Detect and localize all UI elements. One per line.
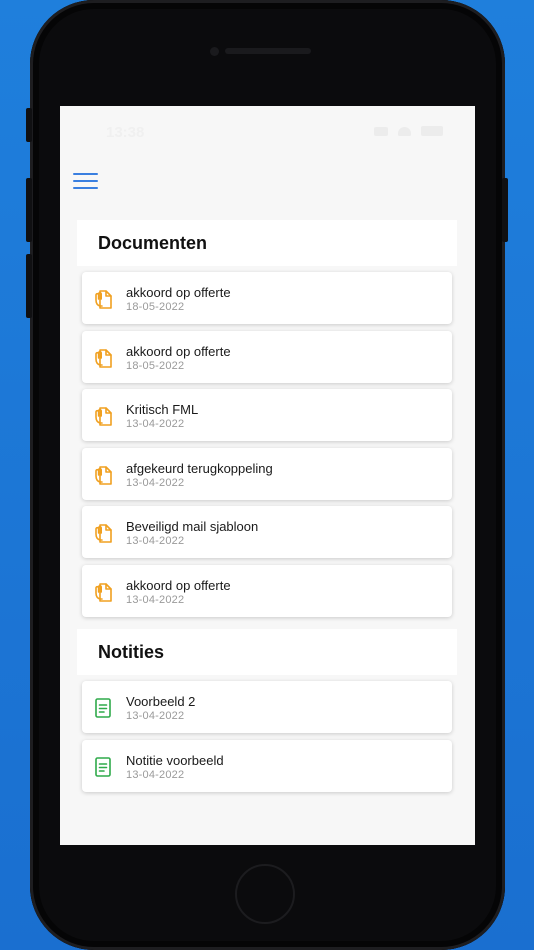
document-hand-icon <box>93 405 113 427</box>
notes-title: Notities <box>98 641 165 662</box>
documents-section-header: Documenten <box>77 220 457 266</box>
hamburger-menu-icon[interactable] <box>73 173 98 191</box>
volume-down-button <box>26 254 32 318</box>
document-item[interactable]: akkoord op offerte 13-04-2022 <box>82 565 452 617</box>
item-date: 13-04-2022 <box>126 418 185 431</box>
item-name: akkoord op offerte <box>126 578 231 593</box>
wifi-icon <box>398 126 411 136</box>
note-item[interactable]: Voorbeeld 2 13-04-2022 <box>82 681 452 733</box>
item-date: 13-04-2022 <box>126 594 185 606</box>
document-hand-icon <box>93 522 113 544</box>
earpiece-speaker <box>225 48 311 54</box>
note-item[interactable]: Notitie voorbeeld 13-04-2022 <box>82 739 452 792</box>
item-date: 13-04-2022 <box>126 476 185 489</box>
front-camera <box>210 47 219 56</box>
document-item[interactable]: afgekeurd terugkoppeling 13-04-2022 <box>82 447 452 500</box>
document-item[interactable]: Beveiligd mail sjabloon 13-04-2022 <box>82 506 452 559</box>
document-hand-icon <box>93 347 113 369</box>
status-icons <box>374 126 443 136</box>
mute-switch <box>26 108 32 142</box>
item-name: akkoord op offerte <box>126 343 231 359</box>
item-date: 13-04-2022 <box>126 768 185 781</box>
item-name: akkoord op offerte <box>126 285 231 300</box>
document-hand-icon <box>93 288 113 310</box>
document-item[interactable]: akkoord op offerte 18-05-2022 <box>82 272 452 324</box>
document-item[interactable]: Kritisch FML 13-04-2022 <box>82 389 452 442</box>
document-hand-icon <box>93 581 113 603</box>
notes-section-header: Notities <box>77 629 457 675</box>
item-name: afgekeurd terugkoppeling <box>126 460 273 476</box>
item-date: 13-04-2022 <box>126 535 185 548</box>
app-screen: 13:38 Documenten akkoord op offerte 18-05… <box>60 106 475 845</box>
item-name: Kritisch FML <box>126 402 199 418</box>
status-bar: 13:38 <box>60 106 475 146</box>
item-date: 18-05-2022 <box>126 359 185 372</box>
note-icon <box>93 697 113 719</box>
power-button <box>502 178 508 242</box>
battery-icon <box>421 126 443 136</box>
volume-up-button <box>26 178 32 242</box>
document-item[interactable]: akkoord op offerte 18-05-2022 <box>82 330 452 383</box>
item-name: Beveiligd mail sjabloon <box>126 519 259 535</box>
signal-icon <box>374 126 388 136</box>
status-time: 13:38 <box>106 124 145 141</box>
item-date: 18-05-2022 <box>126 301 185 313</box>
documents-title: Documenten <box>98 232 208 253</box>
item-name: Notitie voorbeeld <box>126 752 224 768</box>
item-name: Voorbeeld 2 <box>126 694 196 709</box>
item-date: 13-04-2022 <box>126 710 185 722</box>
document-hand-icon <box>93 464 113 486</box>
home-button[interactable] <box>235 864 295 924</box>
note-icon <box>93 756 113 778</box>
